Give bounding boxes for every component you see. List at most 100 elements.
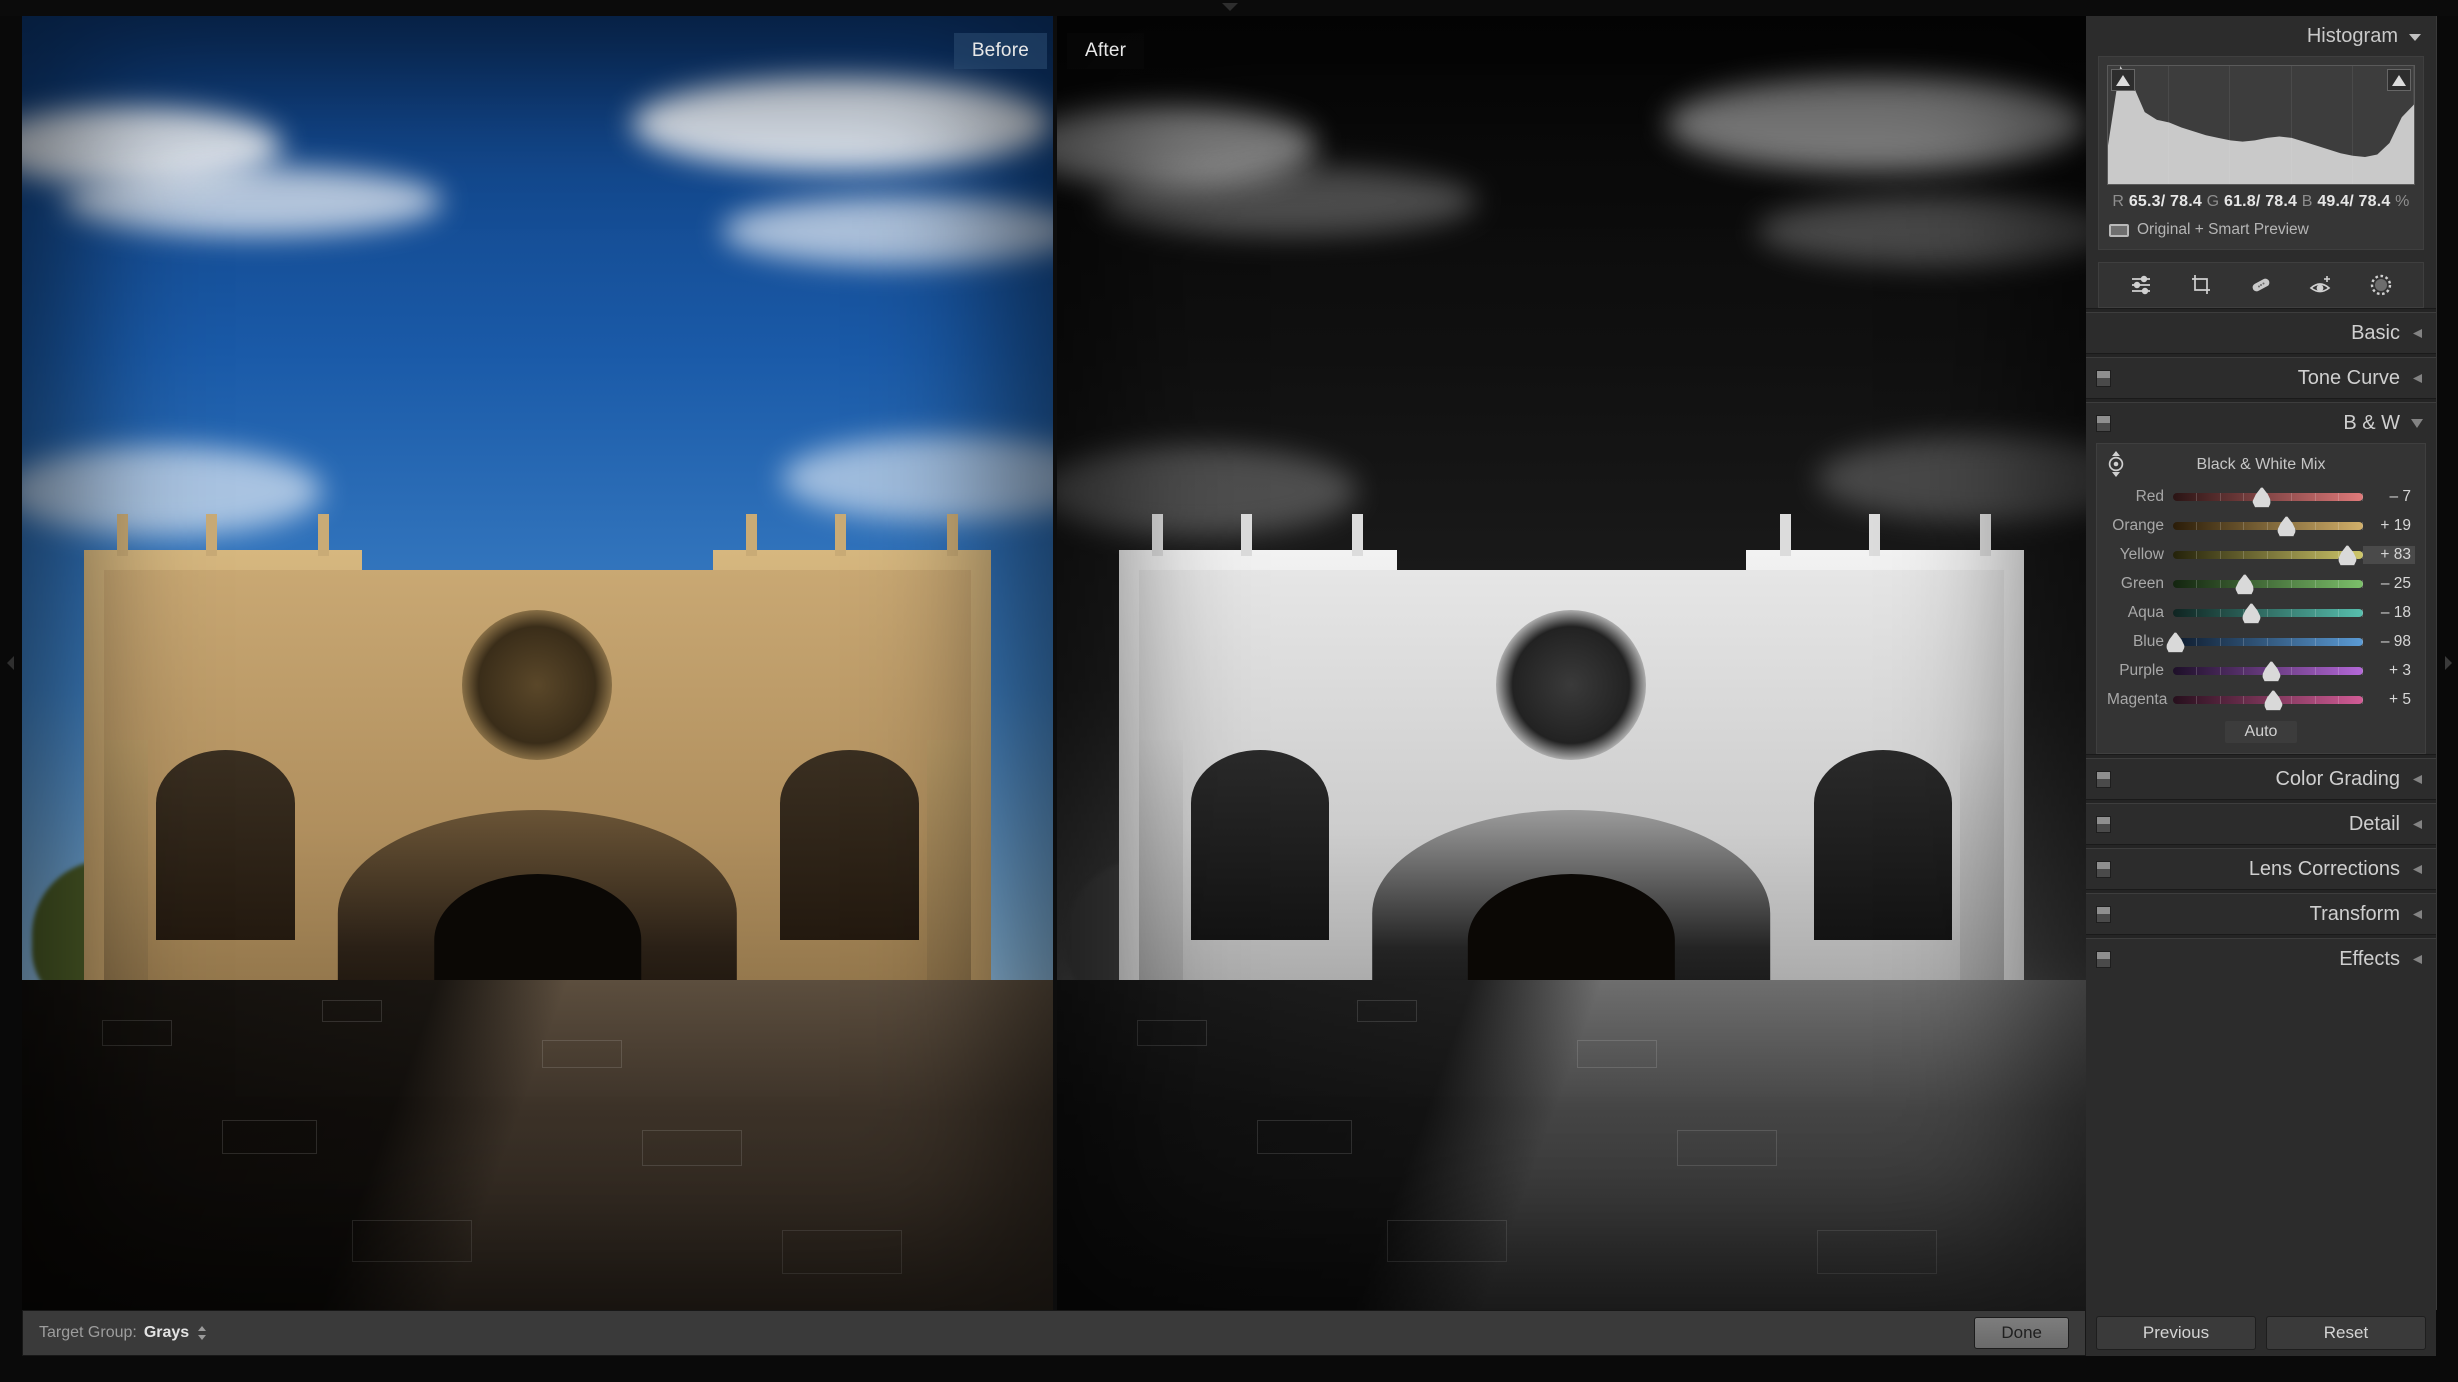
targeted-adjustment-tool-icon[interactable] (2103, 450, 2129, 478)
section-label: Transform (2310, 903, 2400, 926)
masking-icon[interactable] (2368, 272, 2394, 298)
smart-preview-icon (2109, 224, 2129, 237)
before-pane[interactable]: Before (22, 16, 1053, 1310)
slider-ticks (2173, 609, 2363, 617)
target-group-value[interactable]: Grays (144, 1324, 189, 1342)
target-group-stepper-icon[interactable] (197, 1325, 207, 1341)
slider-value[interactable]: – 98 (2363, 633, 2415, 651)
slider-track[interactable] (2173, 493, 2363, 501)
panel-sections: Basic Tone Curve B & W Black & White MixRed… (2086, 308, 2436, 979)
tool-strip (2098, 262, 2424, 308)
viewer-toolbar: Target Group: Grays Done (22, 1310, 2086, 1356)
chevron-left-icon[interactable] (2410, 322, 2424, 345)
slider-thumb[interactable] (2264, 690, 2283, 711)
slider-row-blue[interactable]: Blue– 98 (2107, 627, 2415, 656)
slider-row-orange[interactable]: Orange + 19 (2107, 511, 2415, 540)
chevron-left-icon[interactable] (2410, 903, 2424, 926)
preview-status-label: Original + Smart Preview (2137, 221, 2309, 239)
section-toggle-switch[interactable] (2096, 951, 2111, 968)
section-header-b-w[interactable]: B & W (2086, 403, 2436, 443)
before-photo (22, 16, 1053, 1310)
slider-track[interactable] (2173, 551, 2363, 559)
slider-track[interactable] (2173, 667, 2363, 675)
section-header-effects[interactable]: Effects (2086, 939, 2436, 979)
auto-button[interactable]: Auto (2225, 721, 2298, 743)
crop-icon[interactable] (2188, 272, 2214, 298)
reset-button[interactable]: Reset (2266, 1316, 2426, 1350)
slider-thumb[interactable] (2242, 603, 2261, 624)
section-toggle-switch[interactable] (2096, 861, 2111, 878)
slider-track[interactable] (2173, 609, 2363, 617)
previous-button[interactable]: Previous (2096, 1316, 2256, 1350)
edit-sliders-icon[interactable] (2128, 272, 2154, 298)
unit-label: % (2395, 193, 2409, 210)
lightroom-develop-window: Before (0, 0, 2458, 1382)
slider-value[interactable]: + 83 (2363, 546, 2415, 564)
slider-row-magenta[interactable]: Magenta + 5 (2107, 685, 2415, 714)
section-toggle-switch[interactable] (2096, 370, 2111, 387)
section-label: Color Grading (2275, 768, 2400, 791)
slider-value[interactable]: – 25 (2363, 575, 2415, 593)
slider-value[interactable]: – 18 (2363, 604, 2415, 622)
slider-row-green[interactable]: Green– 25 (2107, 569, 2415, 598)
slider-row-aqua[interactable]: Aqua– 18 (2107, 598, 2415, 627)
slider-track[interactable] (2173, 696, 2363, 704)
slider-thumb[interactable] (2338, 545, 2357, 566)
slider-label: Yellow (2107, 546, 2173, 564)
slider-row-red[interactable]: Red– 7 (2107, 482, 2415, 511)
histogram-plot[interactable] (2107, 65, 2415, 185)
done-button[interactable]: Done (1974, 1317, 2069, 1349)
slider-thumb[interactable] (2277, 516, 2296, 537)
slider-row-yellow[interactable]: Yellow + 83 (2107, 540, 2415, 569)
section-toggle-switch[interactable] (2096, 415, 2111, 432)
section-header-detail[interactable]: Detail (2086, 804, 2436, 844)
slider-value[interactable]: + 3 (2363, 662, 2415, 680)
after-pane[interactable]: After (1057, 16, 2086, 1310)
section-label: Lens Corrections (2249, 858, 2400, 881)
section-header-lens-corrections[interactable]: Lens Corrections (2086, 849, 2436, 889)
slider-label: Magenta (2107, 691, 2173, 709)
chevron-left-icon[interactable] (2410, 948, 2424, 971)
section-toggle-switch[interactable] (2096, 816, 2111, 833)
chevron-left-icon[interactable] (2410, 858, 2424, 881)
slider-label: Orange (2107, 517, 2173, 535)
auto-row: Auto (2107, 714, 2415, 743)
shadow-clipping-indicator[interactable] (2111, 69, 2135, 91)
chevron-down-icon[interactable] (2410, 412, 2424, 435)
slider-track[interactable] (2173, 522, 2363, 530)
histogram-title: Histogram (2307, 25, 2398, 48)
bw-mix-title: Black & White Mix (2107, 452, 2415, 482)
slider-track[interactable] (2173, 638, 2363, 646)
histogram-header[interactable]: Histogram (2086, 16, 2436, 56)
right-panel-collapse-arrow[interactable] (2436, 16, 2458, 1310)
section-label: Tone Curve (2298, 367, 2400, 390)
slider-ticks (2173, 522, 2363, 530)
section-toggle-switch[interactable] (2096, 771, 2111, 788)
slider-thumb[interactable] (2262, 661, 2281, 682)
section-header-color-grading[interactable]: Color Grading (2086, 759, 2436, 799)
slider-value[interactable]: + 5 (2363, 691, 2415, 709)
red-eye-icon[interactable] (2308, 272, 2334, 298)
preview-status-row: Original + Smart Preview (2107, 211, 2415, 241)
section-label: B & W (2343, 412, 2400, 435)
chevron-left-icon[interactable] (2410, 768, 2424, 791)
slider-track[interactable] (2173, 580, 2363, 588)
section-toggle-switch[interactable] (2096, 906, 2111, 923)
slider-row-purple[interactable]: Purple+ 3 (2107, 656, 2415, 685)
highlight-clipping-indicator[interactable] (2387, 69, 2411, 91)
histogram-panel: R 65.3/ 78.4 G 61.8/ 78.4 B 49.4/ 78.4 %… (2098, 56, 2424, 250)
left-panel-collapse-arrow[interactable] (0, 16, 22, 1310)
spot-healing-icon[interactable] (2248, 272, 2274, 298)
slider-thumb[interactable] (2252, 487, 2271, 508)
slider-thumb[interactable] (2235, 574, 2254, 595)
top-panel-collapse-icon[interactable] (1216, 1, 1244, 12)
section-header-basic[interactable]: Basic (2086, 313, 2436, 353)
chevron-left-icon[interactable] (2410, 813, 2424, 836)
section-header-transform[interactable]: Transform (2086, 894, 2436, 934)
r-label: R (2112, 193, 2124, 210)
slider-value[interactable]: + 19 (2363, 517, 2415, 535)
chevron-left-icon[interactable] (2410, 367, 2424, 390)
slider-value[interactable]: – 7 (2363, 488, 2415, 506)
section-header-tone-curve[interactable]: Tone Curve (2086, 358, 2436, 398)
chevron-down-icon[interactable] (2408, 25, 2422, 48)
